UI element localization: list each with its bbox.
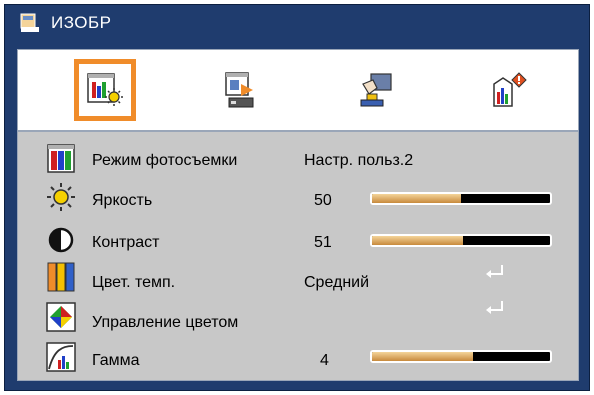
row-contrast[interactable]: Контраст 51	[18, 220, 578, 260]
contrast-slider[interactable]	[370, 234, 552, 247]
row-label: Управление цветом	[92, 314, 239, 331]
slider-fill	[372, 194, 461, 203]
row-label: Яркость	[92, 192, 153, 209]
slider-fill	[372, 236, 463, 245]
row-color-mode[interactable]: Режим фотосъемки Настр. польз.2	[18, 138, 578, 178]
row-gamma[interactable]: Гамма 4	[18, 338, 578, 378]
row-value: 50	[314, 192, 332, 209]
row-label: Режим фотосъемки	[92, 152, 238, 169]
menu-title-icon	[20, 13, 39, 32]
image-settings-icon	[87, 73, 123, 106]
row-value: 51	[314, 234, 332, 251]
gamma-icon	[46, 342, 76, 372]
row-label: Гамма	[92, 352, 140, 369]
row-value: Средний	[304, 274, 370, 291]
slider-fill	[372, 352, 474, 361]
setup-icon	[360, 73, 392, 107]
tab-options[interactable]	[478, 59, 540, 121]
title-bar: ИЗОБР	[5, 5, 589, 41]
color-temp-icon	[47, 262, 75, 292]
color-mode-icon	[47, 144, 75, 173]
gamma-slider[interactable]	[370, 350, 552, 363]
color-management-icon	[46, 302, 76, 332]
row-value: 4	[320, 352, 329, 369]
row-label: Цвет. темп.	[92, 274, 176, 291]
row-value: Настр. польз.2	[304, 152, 414, 169]
row-color-temp[interactable]: Цвет. темп. Средний	[18, 260, 578, 300]
brightness-icon	[47, 183, 75, 211]
options-icon	[493, 72, 527, 107]
row-label: Контраст	[92, 234, 160, 251]
row-color-management[interactable]: Управление цветом	[18, 300, 578, 340]
osd-menu-window: ИЗОБР Режим фотосъемки Настр. польз.2 Яр…	[4, 4, 590, 391]
settings-panel: Режим фотосъемки Настр. польз.2 Яркость …	[17, 131, 579, 381]
enter-icon[interactable]	[484, 264, 506, 280]
tab-setup[interactable]	[344, 59, 406, 121]
display-settings-icon	[225, 72, 254, 108]
tab-display[interactable]	[210, 59, 272, 121]
tab-image[interactable]	[74, 59, 136, 121]
tab-bar	[17, 49, 579, 131]
row-brightness[interactable]: Яркость 50	[18, 178, 578, 218]
enter-icon[interactable]	[484, 300, 506, 316]
contrast-icon	[48, 227, 74, 253]
brightness-slider[interactable]	[370, 192, 552, 205]
page-title: ИЗОБР	[51, 13, 112, 32]
